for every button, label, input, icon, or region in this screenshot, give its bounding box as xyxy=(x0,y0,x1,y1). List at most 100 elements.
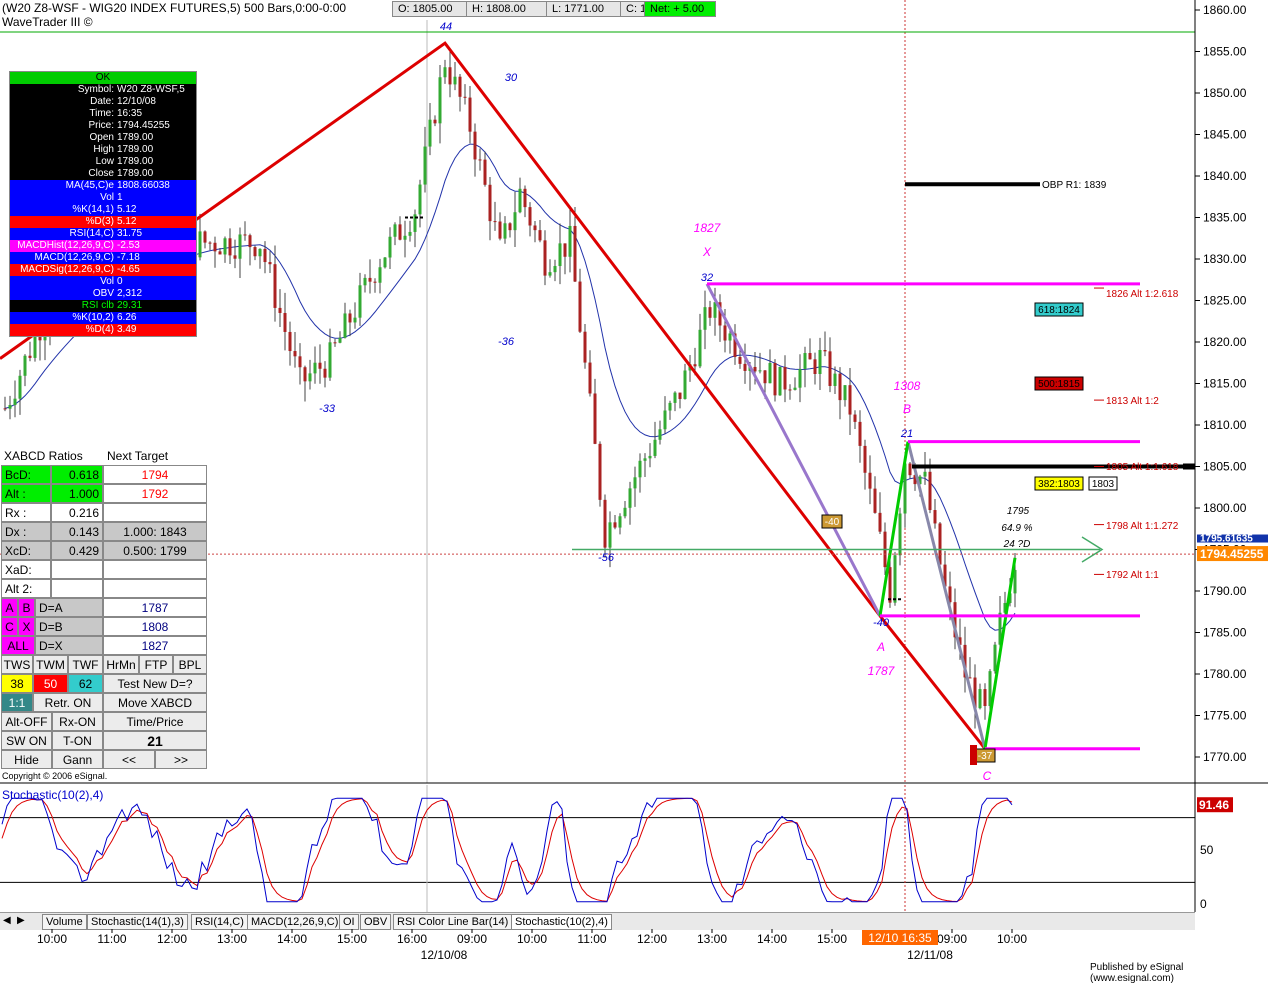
time-tick-label: 15:00 xyxy=(337,932,367,946)
candle-body xyxy=(578,281,582,332)
time-price-button[interactable]: Time/Price xyxy=(103,712,207,731)
chart-annotation: A xyxy=(876,640,885,654)
level-box-label: 618:1824 xyxy=(1038,305,1080,316)
hide-button[interactable]: Hide xyxy=(1,750,52,769)
scroll-left-icon[interactable]: ◀ xyxy=(3,915,11,926)
candle-body xyxy=(308,373,312,382)
point-toggle-button[interactable]: C xyxy=(1,617,18,636)
indicator-tab[interactable]: OI xyxy=(339,914,359,930)
candle-body xyxy=(738,356,742,364)
data-window-label: Time: xyxy=(89,108,114,119)
candle-body xyxy=(243,234,247,236)
data-window-value: 1789.00 xyxy=(117,168,154,179)
level-box-label: 382:1803 xyxy=(1038,479,1080,490)
chart-annotation: 1787 xyxy=(868,664,896,678)
stochastic-chart[interactable]: Stochastic(10(2),4) 50 0 91.46 xyxy=(0,785,1268,912)
candle-body xyxy=(603,499,607,548)
chart-annotation: 44 xyxy=(440,21,452,33)
all-points-button[interactable]: ALL xyxy=(1,636,35,655)
candle-body xyxy=(813,359,817,374)
data-window-label: MA(45,C)e xyxy=(65,180,114,191)
data-window-label: %D(4) xyxy=(85,324,114,335)
chart-annotation: 1805 Alt 1:1.618 xyxy=(1106,462,1179,473)
t-on-button[interactable]: T-ON xyxy=(52,731,103,750)
next-button[interactable]: >> xyxy=(155,750,207,769)
target-value: 1827 xyxy=(103,636,207,655)
candle-body xyxy=(478,159,482,161)
candle-body xyxy=(368,277,372,282)
time-tick-label: 09:00 xyxy=(457,932,487,946)
candle-body xyxy=(338,337,342,343)
scroll-right-icon[interactable]: ▶ xyxy=(17,915,25,926)
candle-body xyxy=(438,77,442,124)
tws-button[interactable]: TWS xyxy=(1,655,33,674)
indicator-tab[interactable]: RSI Color Line Bar(14) xyxy=(393,914,513,930)
ftp-button[interactable]: FTP xyxy=(139,655,173,674)
sw-on-button[interactable]: SW ON xyxy=(1,731,52,750)
data-window-label: Vol xyxy=(100,192,114,203)
bpl-button[interactable]: BPL xyxy=(173,655,207,674)
data-window-value: W20 Z8-WSF,5 xyxy=(117,84,185,95)
candle-body xyxy=(728,333,732,341)
indicator-tab-bar: ◀ ▶ Volume Stochastic(14(1),3) RSI(14,C) MA… xyxy=(0,912,1195,930)
time-tick-label: 10:00 xyxy=(997,932,1027,946)
stoch-tick-label: 50 xyxy=(1200,843,1214,857)
move-xabcd-button[interactable]: Move XABCD xyxy=(103,693,207,712)
twm-button[interactable]: TWM xyxy=(33,655,68,674)
chart-annotation: 1826 Alt 1:2.618 xyxy=(1106,289,1179,300)
candle-body xyxy=(938,523,942,565)
candle-body xyxy=(258,248,262,257)
data-window-value: 0 xyxy=(117,276,123,287)
time-tick-label: 10:00 xyxy=(37,932,67,946)
ratio-value: 0.618 xyxy=(51,465,103,484)
indicator-tab[interactable]: OBV xyxy=(360,914,392,930)
candle-body xyxy=(543,240,547,276)
candle-body xyxy=(598,443,602,500)
candle-body xyxy=(383,257,387,268)
indicator-tab[interactable]: Stochastic(10(2),4) xyxy=(511,914,612,930)
point-toggle-button[interactable]: X xyxy=(18,617,35,636)
level-box-label: -37 xyxy=(978,751,993,762)
candle-body xyxy=(613,522,617,528)
chart-annotation: 1798 Alt 1:1.272 xyxy=(1106,521,1179,532)
chart-annotation: 64.9 % xyxy=(1001,523,1032,534)
next-target-value xyxy=(103,503,207,522)
data-window-row: Open 1789.00 xyxy=(10,132,196,144)
data-window-label: Date: xyxy=(90,96,114,107)
chart-annotation: 1308 xyxy=(894,379,921,393)
rx-on-button[interactable]: Rx-ON xyxy=(52,712,103,731)
indicator-tab[interactable]: Stochastic(14(1),3) xyxy=(87,914,188,930)
data-window-label: OBV xyxy=(92,288,114,299)
candle-body xyxy=(533,225,537,231)
alt-off-button[interactable]: Alt-OFF xyxy=(1,712,52,731)
ratio-row: XaD: xyxy=(1,560,207,579)
indicator-tab[interactable]: RSI(14,C) xyxy=(191,914,248,930)
wave-50-button[interactable]: 50 xyxy=(33,674,68,693)
price-tick-label: 1785.00 xyxy=(1203,626,1247,640)
data-window-label: RSI(14,C) xyxy=(69,228,114,239)
candle-body xyxy=(758,370,762,372)
candle-body xyxy=(503,223,507,239)
test-new-button[interactable]: Test New D=? xyxy=(103,674,207,693)
indicator-tab[interactable]: Volume xyxy=(42,914,87,930)
wave-38-button[interactable]: 38 xyxy=(1,674,33,693)
date-label: 12/11/08 xyxy=(907,948,953,962)
point-toggle-button[interactable]: A xyxy=(1,598,18,617)
prev-button[interactable]: << xyxy=(103,750,155,769)
indicator-tab[interactable]: MACD(12,26,9,C) xyxy=(247,914,343,930)
wave-62-button[interactable]: 62 xyxy=(68,674,103,693)
data-window-status: OK xyxy=(10,72,196,84)
chart-annotation: 1813 Alt 1:2 xyxy=(1106,396,1159,407)
gann-button[interactable]: Gann xyxy=(52,750,103,769)
point-toggle-button[interactable]: B xyxy=(18,598,35,617)
candle-body xyxy=(618,516,622,528)
one-to-one-button[interactable]: 1:1 xyxy=(1,693,33,712)
candle-body xyxy=(638,460,642,478)
chart-annotation: -40 xyxy=(873,617,890,629)
twf-button[interactable]: TWF xyxy=(68,655,103,674)
retr-on-button[interactable]: Retr. ON xyxy=(33,693,103,712)
level-box-label: 1803 xyxy=(1092,479,1115,490)
target-label: D=B xyxy=(35,617,103,636)
hrmn-button[interactable]: HrMn xyxy=(103,655,139,674)
time-tick-label: 12:00 xyxy=(157,932,187,946)
